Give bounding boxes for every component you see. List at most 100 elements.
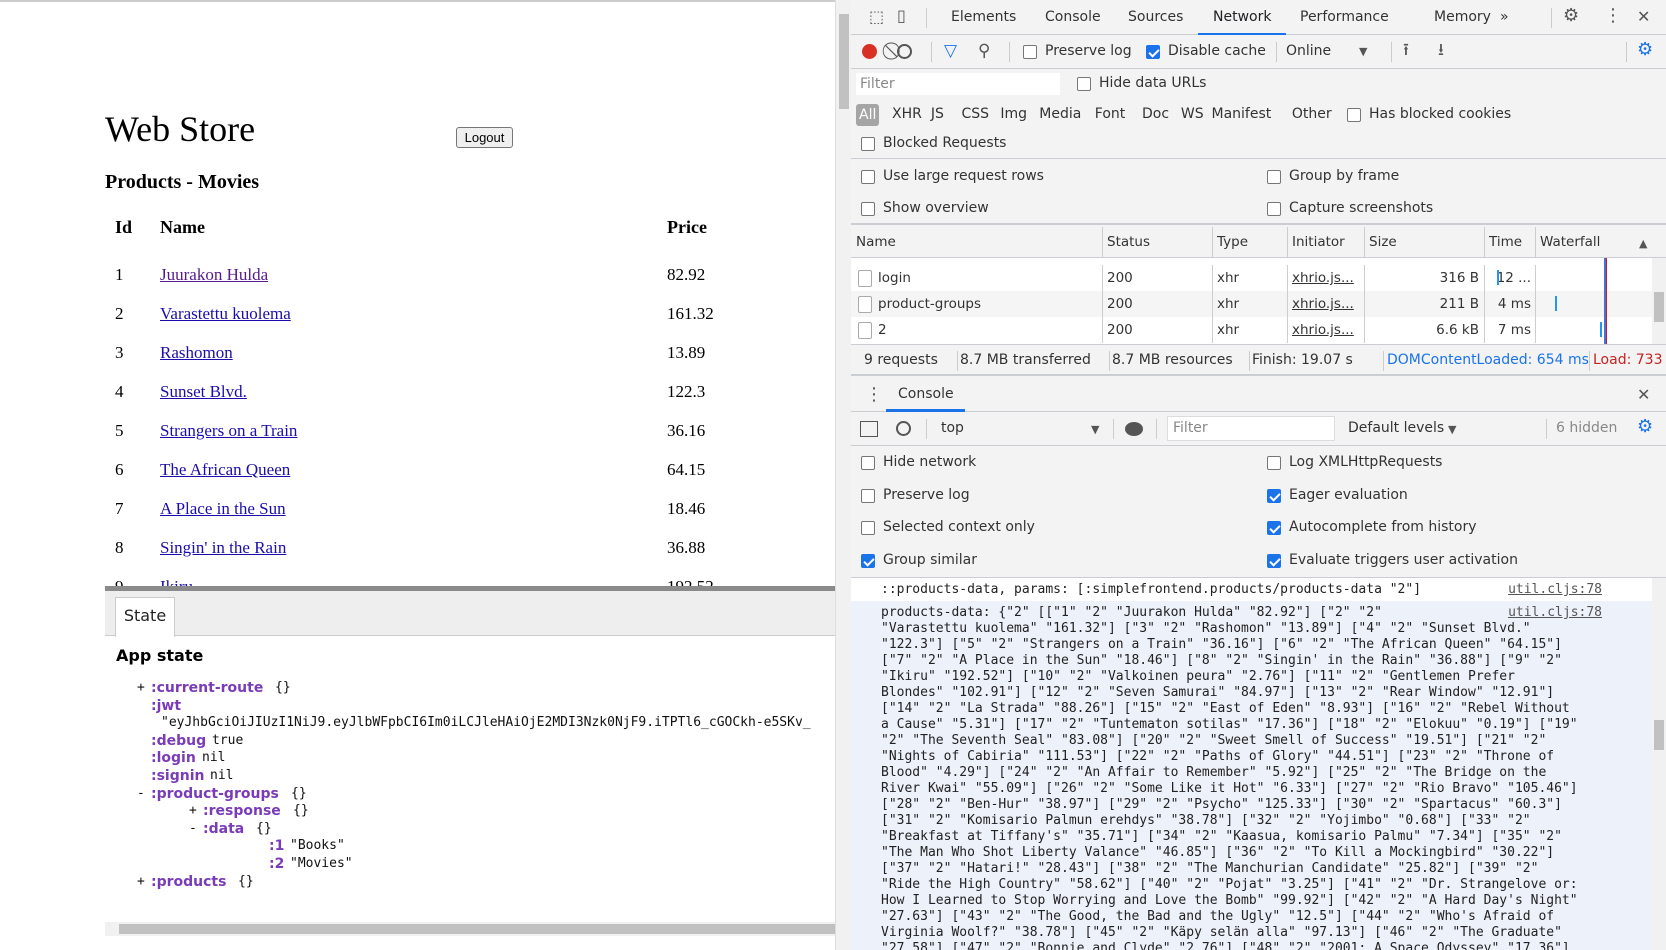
inspect-element-icon[interactable]: ⬚	[869, 9, 884, 25]
source-link[interactable]: util.cljs:78	[1508, 582, 1602, 597]
type-filter-other[interactable]: Other	[1292, 106, 1332, 122]
console-setting-checkbox[interactable]	[1267, 456, 1281, 470]
close-icon[interactable]: ✕	[1637, 9, 1650, 25]
product-link[interactable]: Sunset Blvd.	[160, 382, 247, 401]
type-filter-all[interactable]: All	[856, 104, 880, 126]
console-setting-checkbox[interactable]	[1267, 521, 1281, 535]
scrollbar-thumb[interactable]	[1654, 720, 1664, 750]
source-link[interactable]: util.cljs:78	[1508, 605, 1602, 620]
dropdown-arrow-icon[interactable]: ▼	[1448, 422, 1456, 438]
console-scrollbar[interactable]	[1652, 578, 1666, 950]
filter-input[interactable]: Filter	[856, 73, 1060, 95]
has-blocked-cookies-checkbox[interactable]	[1347, 108, 1361, 122]
gear-icon[interactable]: ⚙	[1563, 7, 1579, 25]
request-initiator[interactable]: xhrio.js...	[1292, 296, 1354, 312]
import-har-icon[interactable]: ⭱	[1403, 42, 1409, 59]
more-vertical-icon[interactable]: ⋮	[1604, 7, 1622, 25]
type-filter-manifest[interactable]: Manifest	[1212, 106, 1272, 122]
tab-memory[interactable]: Memory	[1434, 9, 1491, 25]
search-icon[interactable]: ⚲	[978, 43, 990, 60]
tab-elements[interactable]: Elements	[951, 9, 1016, 25]
context-select[interactable]: top	[941, 420, 964, 436]
type-filter-media[interactable]: Media	[1039, 106, 1081, 122]
console-setting-checkbox[interactable]	[861, 553, 875, 568]
type-filter-doc[interactable]: Doc	[1142, 106, 1169, 122]
console-setting-checkbox[interactable]	[1267, 553, 1281, 568]
product-link[interactable]: A Place in the Sun	[160, 499, 286, 518]
column-header-time[interactable]: Time	[1489, 234, 1522, 250]
type-filter-css[interactable]: CSS	[962, 106, 990, 122]
blocked-requests-checkbox[interactable]	[861, 137, 875, 151]
console-setting-checkbox[interactable]	[1267, 488, 1281, 503]
console-setting-checkbox[interactable]	[861, 521, 875, 535]
console-setting-checkbox[interactable]	[861, 488, 875, 503]
column-header-waterfall[interactable]: Waterfall	[1540, 234, 1600, 250]
column-header-size[interactable]: Size	[1369, 234, 1397, 250]
product-link[interactable]: The African Queen	[160, 460, 290, 479]
type-filter-font[interactable]: Font	[1095, 106, 1125, 122]
scrollbar-thumb[interactable]	[1654, 292, 1664, 322]
hide-data-urls-checkbox[interactable]	[1077, 77, 1091, 91]
throttling-select[interactable]: Online	[1286, 43, 1331, 59]
collapse-toggle[interactable]: -	[137, 785, 145, 803]
disable-cache-checkbox[interactable]	[1146, 45, 1160, 59]
product-link[interactable]: Rashomon	[160, 343, 233, 362]
expand-toggle[interactable]: +	[137, 873, 145, 891]
tab-console[interactable]: Console	[1045, 9, 1101, 25]
console-settings-gear-icon[interactable]: ⚙	[1637, 418, 1653, 436]
device-toolbar-icon[interactable]: ▯	[897, 8, 906, 24]
column-header-type[interactable]: Type	[1217, 234, 1248, 250]
logout-button[interactable]: Logout	[456, 127, 513, 148]
large-rows-checkbox[interactable]	[861, 170, 875, 184]
horizontal-scrollbar[interactable]	[105, 922, 835, 936]
console-setting-checkbox[interactable]	[861, 456, 875, 470]
request-row[interactable]: 2 200 xhr xhrio.js... 6.6 kB 7 ms	[851, 317, 1652, 343]
tab-network[interactable]: Network	[1213, 9, 1271, 25]
product-link[interactable]: Juurakon Hulda	[160, 265, 268, 284]
eye-icon[interactable]	[1125, 422, 1143, 436]
network-settings-gear-icon[interactable]: ⚙	[1637, 41, 1653, 59]
column-header-name[interactable]: Name	[856, 234, 896, 250]
scrollbar-thumb[interactable]	[839, 14, 849, 109]
product-link[interactable]: Singin' in the Rain	[160, 538, 286, 557]
console-filter-input[interactable]: Filter	[1167, 416, 1335, 441]
clear-console-icon[interactable]	[896, 421, 911, 436]
product-link[interactable]: Strangers on a Train	[160, 421, 297, 440]
show-overview-checkbox[interactable]	[861, 202, 875, 216]
tab-performance[interactable]: Performance	[1300, 9, 1389, 25]
scrollbar-thumb[interactable]	[119, 924, 835, 934]
sidebar-toggle-icon[interactable]	[860, 421, 878, 437]
dropdown-arrow-icon[interactable]: ▼	[1359, 44, 1367, 60]
request-initiator[interactable]: xhrio.js...	[1292, 322, 1354, 338]
drawer-menu-icon[interactable]: ⋮	[865, 386, 883, 404]
expand-toggle[interactable]: +	[137, 679, 145, 697]
type-filter-img[interactable]: Img	[1000, 106, 1027, 122]
request-initiator[interactable]: xhrio.js...	[1292, 270, 1354, 286]
product-link[interactable]: Varastettu kuolema	[160, 304, 291, 323]
request-row[interactable]: login 200 xhr xhrio.js... 316 B 12 ...	[851, 265, 1652, 291]
type-filter-xhr[interactable]: XHR	[892, 106, 922, 122]
sort-ascending-icon[interactable]: ▲	[1639, 236, 1647, 252]
request-row[interactable]: product-groups 200 xhr xhrio.js... 211 B 4 ms	[851, 291, 1652, 317]
clear-icon[interactable]	[897, 44, 912, 59]
column-header-status[interactable]: Status	[1107, 234, 1150, 250]
preserve-log-checkbox[interactable]	[1023, 45, 1037, 59]
tab-sources[interactable]: Sources	[1128, 9, 1183, 25]
group-by-frame-checkbox[interactable]	[1267, 170, 1281, 184]
filter-icon[interactable]: ▽	[944, 43, 957, 60]
type-filter-ws[interactable]: WS	[1181, 106, 1204, 122]
type-filter-js[interactable]: JS	[931, 106, 944, 122]
more-tabs-button[interactable]: »	[1500, 9, 1509, 25]
log-levels-select[interactable]: Default levels	[1348, 420, 1444, 436]
expand-toggle[interactable]: +	[189, 802, 197, 820]
column-header-initiator[interactable]: Initiator	[1292, 234, 1345, 250]
tab-state[interactable]: State	[115, 597, 175, 637]
page-vertical-scrollbar[interactable]	[835, 0, 851, 950]
export-har-icon[interactable]: ⭳	[1438, 42, 1444, 59]
capture-screenshots-checkbox[interactable]	[1267, 202, 1281, 216]
collapse-toggle[interactable]: -	[189, 820, 197, 838]
dropdown-arrow-icon[interactable]: ▼	[1091, 422, 1099, 438]
drawer-tab-console[interactable]: Console	[898, 386, 954, 402]
record-icon[interactable]	[862, 44, 877, 59]
close-drawer-icon[interactable]: ✕	[1637, 387, 1650, 403]
